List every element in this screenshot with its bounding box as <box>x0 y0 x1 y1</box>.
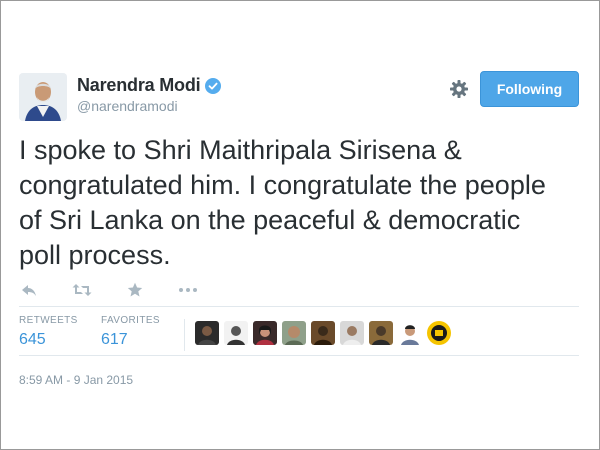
user-avatar[interactable] <box>19 73 67 121</box>
tweet-actions <box>19 279 231 301</box>
favoriter-avatar[interactable] <box>398 321 422 345</box>
favoriter-avatar[interactable] <box>282 321 306 345</box>
tweet-card: Narendra Modi @narendramodi Following I … <box>0 0 600 450</box>
divider <box>19 306 579 307</box>
favoriter-avatar[interactable] <box>224 321 248 345</box>
user-fullname[interactable]: Narendra Modi <box>77 75 201 96</box>
tweet-timestamp[interactable]: 8:59 AM - 9 Jan 2015 <box>19 373 133 387</box>
more-icon[interactable] <box>178 281 198 299</box>
retweet-icon[interactable] <box>72 281 92 299</box>
favoriter-avatars <box>195 321 451 345</box>
favorites-stat[interactable]: FAVORITES 617 <box>101 315 160 349</box>
favoriter-avatar[interactable] <box>311 321 335 345</box>
favoriter-avatar[interactable] <box>427 321 451 345</box>
favorites-count: 617 <box>101 331 128 348</box>
favoriter-avatar[interactable] <box>340 321 364 345</box>
favoriter-avatar[interactable] <box>253 321 277 345</box>
retweets-stat[interactable]: RETWEETS 645 <box>19 315 78 349</box>
stats-separator <box>184 319 185 351</box>
verified-badge-icon <box>205 77 222 94</box>
favorite-icon[interactable] <box>125 281 145 299</box>
gear-icon[interactable] <box>449 79 469 99</box>
following-button[interactable]: Following <box>480 71 579 107</box>
user-handle[interactable]: @narendramodi <box>77 98 221 114</box>
favoriter-avatar[interactable] <box>369 321 393 345</box>
tweet-header: Narendra Modi @narendramodi Following <box>19 71 581 123</box>
favorites-label: FAVORITES <box>101 315 160 326</box>
retweets-label: RETWEETS <box>19 315 78 326</box>
user-names: Narendra Modi @narendramodi <box>77 75 222 114</box>
divider <box>19 355 579 356</box>
reply-icon[interactable] <box>19 281 39 299</box>
tweet-text: I spoke to Shri Maithripala Sirisena & c… <box>19 135 546 270</box>
favoriter-avatar[interactable] <box>195 321 219 345</box>
retweets-count: 645 <box>19 331 46 348</box>
